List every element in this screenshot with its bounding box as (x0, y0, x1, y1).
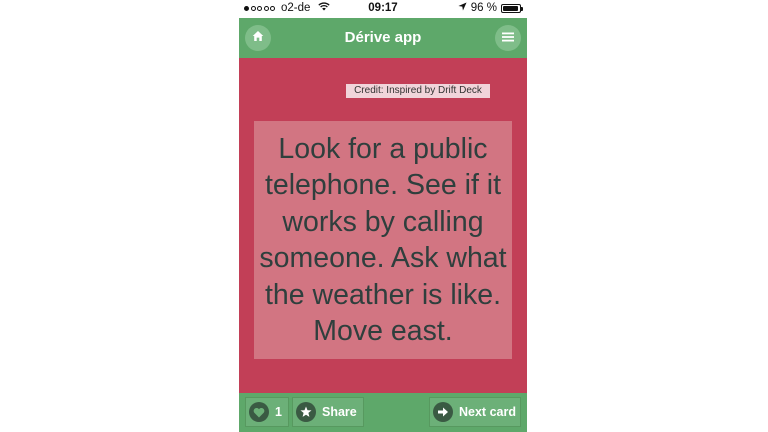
menu-button[interactable] (495, 25, 521, 51)
share-label: Share (322, 405, 357, 419)
footer-bar: 1 Share Next card (239, 393, 527, 432)
prompt-card: Look for a public telephone. See if it w… (254, 121, 512, 359)
app-header: Dérive app (239, 18, 527, 58)
share-button[interactable]: Share (292, 397, 364, 427)
status-right: 96 % (458, 2, 523, 14)
app-title: Dérive app (344, 29, 422, 46)
phone-screen: o2-de 09:17 96 % Dérive app Credit: Insp… (239, 0, 527, 432)
battery-percent: 96 % (470, 2, 497, 14)
location-arrow-icon (458, 2, 467, 14)
status-bar: o2-de 09:17 96 % (239, 0, 527, 18)
hamburger-menu-icon (502, 29, 514, 47)
battery-icon (501, 3, 523, 13)
card-text: Look for a public telephone. See if it w… (259, 132, 507, 348)
heart-icon (249, 402, 269, 422)
like-button[interactable]: 1 (245, 397, 289, 427)
star-icon (296, 402, 316, 422)
like-count: 1 (275, 405, 282, 419)
next-card-label: Next card (459, 405, 516, 419)
arrow-right-icon (433, 402, 453, 422)
credit-label: Credit: Inspired by Drift Deck (346, 84, 490, 98)
next-card-button[interactable]: Next card (429, 397, 521, 427)
